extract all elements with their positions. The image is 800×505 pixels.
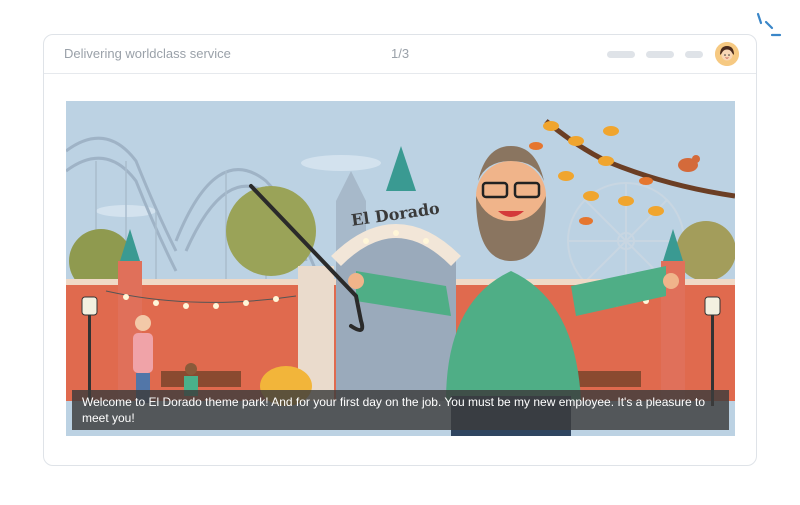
lesson-header: Delivering worldclass service 1/3 bbox=[44, 35, 756, 74]
lesson-title: Delivering worldclass service bbox=[64, 46, 231, 61]
nav-pill-3[interactable] bbox=[685, 51, 703, 58]
lesson-window: Delivering worldclass service 1/3 El Dor… bbox=[43, 34, 757, 466]
sparkle-icon bbox=[756, 12, 782, 37]
slide-counter: 1/3 bbox=[391, 46, 410, 61]
nav-pill-2[interactable] bbox=[646, 51, 674, 58]
dialogue-caption: Welcome to El Dorado theme park! And for… bbox=[72, 390, 729, 430]
scene-illustration: El Dorado Welcome to El Dorado theme par… bbox=[66, 101, 735, 436]
avatar-icon[interactable] bbox=[715, 42, 739, 66]
nav-pill-1[interactable] bbox=[607, 51, 635, 58]
theme-park-illustration: El Dorado bbox=[66, 101, 735, 436]
